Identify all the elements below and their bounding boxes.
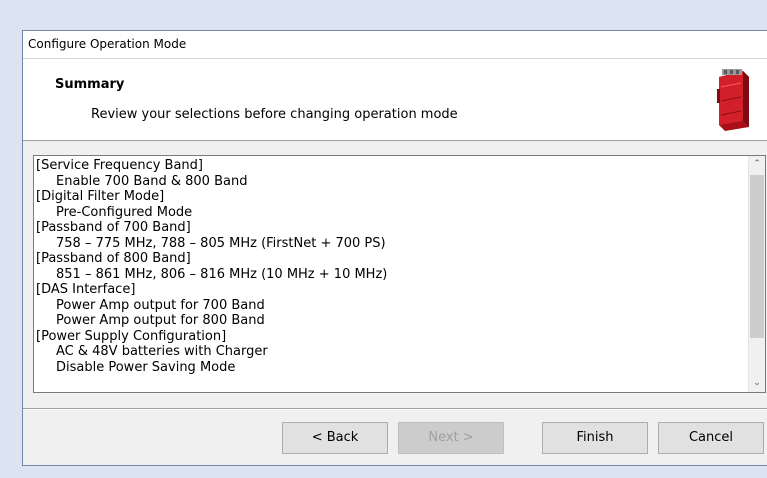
summary-section-heading: [Power Supply Configuration] — [36, 328, 227, 344]
summary-value-line: Pre-Configured Mode — [56, 204, 193, 220]
summary-value-line: Disable Power Saving Mode — [56, 359, 236, 375]
summary-value-line: Power Amp output for 800 Band — [56, 313, 265, 328]
summary-section-heading: [Passband of 700 Band] — [36, 220, 191, 235]
summary-value-line: 851 – 861 MHz, 806 – 816 MHz (10 MHz + 1… — [56, 266, 388, 282]
cancel-button[interactable]: Cancel — [658, 422, 764, 454]
summary-value-line: AC & 48V batteries with Charger — [56, 344, 268, 359]
red-booster-device-icon — [717, 69, 749, 131]
step-subtitle: Review your selections before changing o… — [91, 107, 458, 122]
summary-value-line: Power Amp output for 700 Band — [56, 297, 265, 313]
summary-value-line: Enable 700 Band & 800 Band — [56, 173, 248, 189]
finish-button[interactable]: Finish — [542, 422, 648, 454]
window-title: Configure Operation Mode — [28, 37, 187, 51]
summary-section-heading: [Digital Filter Mode] — [36, 189, 165, 204]
summary-text-box[interactable]: [Service Frequency Band] Enable 700 Band … — [33, 155, 766, 393]
title-bar[interactable]: Configure Operation Mode — [23, 31, 767, 59]
next-button[interactable]: Next > — [398, 422, 504, 454]
back-button[interactable]: < Back — [282, 422, 388, 454]
chevron-up-icon[interactable]: ⌃ — [749, 156, 765, 173]
button-divider — [23, 408, 767, 410]
scrollbar-thumb[interactable] — [750, 175, 764, 338]
summary-section-heading: [DAS Interface] — [36, 282, 136, 297]
summary-lines: [Service Frequency Band] Enable 700 Band … — [36, 158, 745, 375]
chevron-down-icon[interactable]: ⌄ — [749, 375, 765, 392]
summary-section-heading: [Service Frequency Band] — [36, 158, 203, 173]
summary-value-line: 758 – 775 MHz, 788 – 805 MHz (FirstNet +… — [56, 235, 386, 251]
vertical-scrollbar[interactable]: ⌃ ⌄ — [748, 156, 765, 392]
step-title: Summary — [55, 77, 125, 92]
wizard-header: Summary Review your selections before ch… — [23, 59, 767, 141]
summary-section-heading: [Passband of 800 Band] — [36, 251, 191, 266]
wizard-window: Configure Operation Mode Summary Review … — [22, 30, 767, 466]
